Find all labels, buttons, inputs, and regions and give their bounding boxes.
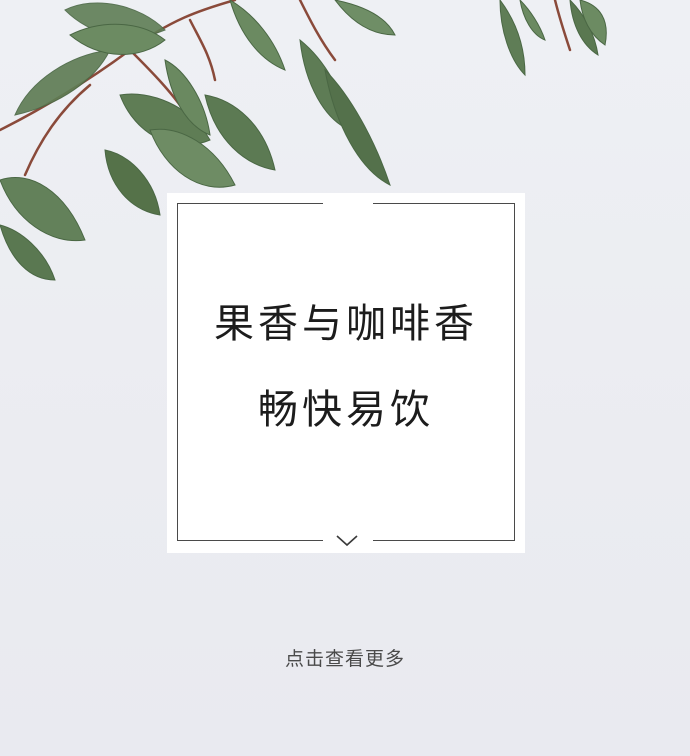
chevron-down-icon	[336, 535, 358, 547]
card-frame	[177, 203, 515, 541]
promo-card: 果香与咖啡香 畅快易饮	[167, 193, 525, 553]
headline-line-2: 畅快易饮	[258, 387, 434, 433]
headline-line-1: 果香与咖啡香	[214, 301, 478, 347]
view-more-link[interactable]: 点击查看更多	[0, 644, 690, 671]
frame-gap	[323, 201, 373, 207]
